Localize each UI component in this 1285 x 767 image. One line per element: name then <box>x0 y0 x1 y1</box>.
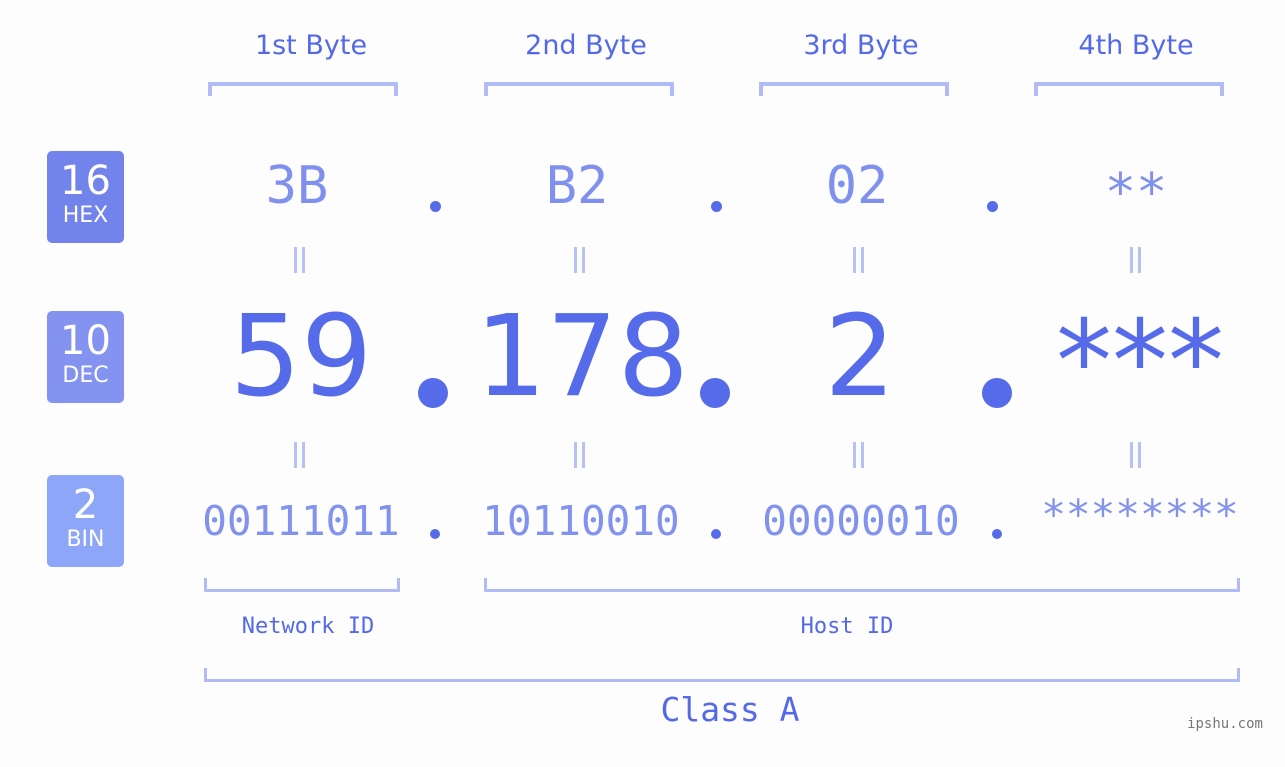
byte-bracket-3 <box>759 82 949 96</box>
bin-octet-3: 00000010 <box>762 497 960 545</box>
bin-dot-separator <box>992 529 1002 539</box>
byte-header-3: 3rd Byte <box>803 30 919 61</box>
dec-badge: 10 DEC <box>47 311 124 403</box>
equals-icon <box>292 247 306 273</box>
hex-octet-2: B2 <box>545 156 609 216</box>
network-id-label: Network ID <box>241 614 375 639</box>
bin-dot-separator <box>430 529 440 539</box>
bin-octet-2: 10110010 <box>482 497 680 545</box>
hex-octet-1: 3B <box>265 156 329 216</box>
equals-icon <box>572 442 586 468</box>
equals-icon <box>572 247 586 273</box>
hex-dot-separator <box>430 201 441 212</box>
hex-dot-separator <box>711 201 722 212</box>
equals-icon <box>851 247 865 273</box>
hex-octet-3: 02 <box>825 156 889 216</box>
dec-dot-separator <box>700 378 730 408</box>
bin-octet-4: ******** <box>1041 491 1239 539</box>
host-id-label: Host ID <box>800 614 894 639</box>
dec-dot-separator <box>418 378 448 408</box>
dec-octet-2: 178 <box>475 292 689 422</box>
byte-header-4: 4th Byte <box>1078 30 1194 61</box>
equals-icon <box>1128 442 1142 468</box>
ip-class-label: Class A <box>660 690 800 729</box>
equals-icon <box>1128 247 1142 273</box>
byte-bracket-1 <box>208 82 398 96</box>
host-id-bracket <box>484 578 1240 592</box>
byte-header-1: 1st Byte <box>254 30 368 61</box>
byte-bracket-2 <box>484 82 674 96</box>
hex-octet-4: ** <box>1104 163 1168 223</box>
bin-base: 2 <box>72 482 99 528</box>
bin-dot-separator <box>711 529 721 539</box>
bin-octet-1: 00111011 <box>202 497 400 545</box>
equals-icon <box>292 442 306 468</box>
hex-label: HEX <box>62 203 109 228</box>
bin-label: BIN <box>66 527 105 552</box>
hex-dot-separator <box>987 201 998 212</box>
class-bracket <box>204 668 1240 682</box>
dec-octet-4: *** <box>1056 297 1224 427</box>
dec-base: 10 <box>60 318 111 364</box>
network-id-bracket <box>204 578 400 592</box>
dec-label: DEC <box>62 363 109 388</box>
byte-header-2: 2nd Byte <box>525 30 647 61</box>
hex-badge: 16 HEX <box>47 151 124 243</box>
dec-octet-1: 59 <box>229 292 373 422</box>
dec-dot-separator <box>982 378 1012 408</box>
byte-bracket-4 <box>1034 82 1224 96</box>
dec-octet-3: 2 <box>824 292 896 422</box>
bin-badge: 2 BIN <box>47 475 124 567</box>
watermark: ipshu.com <box>1187 716 1263 732</box>
equals-icon <box>851 442 865 468</box>
hex-base: 16 <box>60 158 111 204</box>
